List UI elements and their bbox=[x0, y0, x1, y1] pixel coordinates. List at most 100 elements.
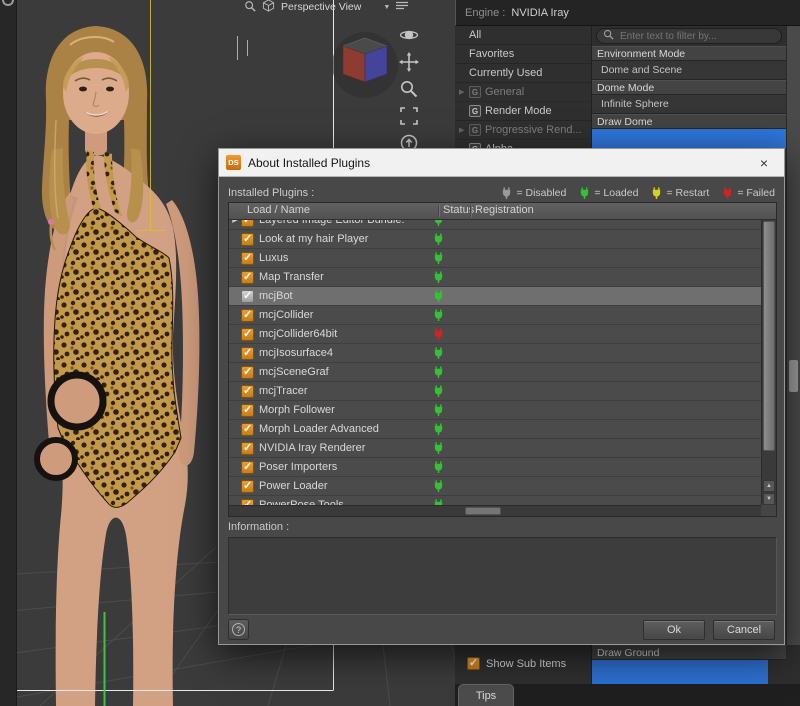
plugin-name: NVIDIA Iray Renderer bbox=[259, 442, 366, 454]
render-group-item[interactable]: ▶ Currently Used bbox=[455, 64, 591, 83]
plugin-load-checkbox[interactable] bbox=[241, 384, 254, 398]
plugin-load-checkbox[interactable] bbox=[241, 422, 254, 436]
table-vertical-scrollbar[interactable]: ▲ ▼ bbox=[761, 220, 776, 505]
frame-icon[interactable] bbox=[398, 105, 420, 127]
group-icon: G bbox=[469, 86, 481, 98]
scroll-up-icon[interactable]: ▲ bbox=[763, 480, 775, 492]
plugin-row[interactable]: ▶ Morph Follower bbox=[229, 401, 761, 420]
ground-section: Draw Ground bbox=[592, 645, 800, 686]
partial-tool-icon bbox=[2, 0, 14, 6]
render-group-item[interactable]: ▶ G Progressive Rend... bbox=[455, 121, 591, 140]
plugins-table-body: ▶ Layered Image Editor Bundle: ▶ Look at… bbox=[229, 220, 761, 505]
table-hscrollbar-thumb[interactable] bbox=[465, 507, 501, 515]
plugin-row[interactable]: ▶ NVIDIA Iray Renderer bbox=[229, 439, 761, 458]
zoom-icon[interactable] bbox=[244, 0, 256, 15]
plugin-status-icon bbox=[433, 366, 444, 378]
plug-status-icon bbox=[722, 187, 733, 199]
plugin-load-checkbox[interactable] bbox=[241, 403, 254, 417]
column-registration[interactable]: Registration bbox=[475, 204, 534, 216]
plugin-name: Map Transfer bbox=[259, 271, 324, 283]
plugin-load-checkbox[interactable] bbox=[241, 308, 254, 322]
column-load-name[interactable]: Load / Name bbox=[247, 204, 310, 216]
plugin-load-checkbox[interactable] bbox=[241, 479, 254, 493]
panel-scrollbar[interactable] bbox=[786, 26, 800, 684]
plugin-name: mcjCollider bbox=[259, 309, 314, 321]
search-icon bbox=[603, 27, 614, 45]
plugin-load-checkbox[interactable] bbox=[241, 365, 254, 379]
tab-tips[interactable]: Tips bbox=[458, 684, 514, 706]
plugin-row[interactable]: ▶ Layered Image Editor Bundle: bbox=[229, 220, 761, 230]
plugin-status-icon bbox=[433, 385, 444, 397]
table-horizontal-scrollbar[interactable] bbox=[229, 505, 761, 516]
orbit-icon[interactable] bbox=[398, 24, 420, 46]
plugin-row[interactable]: ▶ mcjIsosurface4 bbox=[229, 344, 761, 363]
plugin-load-checkbox[interactable] bbox=[241, 270, 254, 284]
column-separator bbox=[470, 205, 471, 217]
plugin-load-checkbox[interactable] bbox=[241, 460, 254, 474]
dome-color-swatch[interactable] bbox=[592, 129, 786, 148]
table-scrollbar-thumb[interactable] bbox=[763, 221, 775, 451]
filter-input[interactable] bbox=[618, 29, 775, 43]
cube-view-icon[interactable] bbox=[262, 0, 275, 15]
expand-arrow-icon[interactable]: ▶ bbox=[459, 126, 469, 134]
plugin-load-checkbox[interactable] bbox=[241, 327, 254, 341]
scroll-down-icon[interactable]: ▼ bbox=[763, 493, 775, 505]
render-group-item[interactable]: ▶ Favorites bbox=[455, 45, 591, 64]
plugin-row[interactable]: ▶ mcjCollider64bit bbox=[229, 325, 761, 344]
plugin-load-checkbox[interactable] bbox=[241, 220, 254, 227]
plugin-status-icon bbox=[433, 220, 444, 226]
plugin-load-checkbox[interactable] bbox=[241, 232, 254, 246]
plugin-row[interactable]: ▶ mcjCollider bbox=[229, 306, 761, 325]
plugin-name: mcjIsosurface4 bbox=[259, 347, 333, 359]
environment-mode-dropdown[interactable]: Dome and Scene bbox=[592, 61, 786, 80]
corner-marks bbox=[237, 36, 248, 60]
help-icon: ? bbox=[232, 623, 245, 636]
show-sub-items-checkbox[interactable] bbox=[467, 657, 480, 670]
about-installed-plugins-dialog: DS About Installed Plugins × Installed P… bbox=[218, 148, 785, 645]
render-group-item[interactable]: ▶ All bbox=[455, 26, 591, 45]
chevron-down-icon[interactable]: ▼ bbox=[383, 4, 390, 11]
plugin-load-checkbox[interactable] bbox=[241, 251, 254, 265]
plugin-row[interactable]: ▶ Poser Importers bbox=[229, 458, 761, 477]
plugin-row[interactable]: ▶ Map Transfer bbox=[229, 268, 761, 287]
plugin-row[interactable]: ▶ PowerPose Tools bbox=[229, 496, 761, 505]
expander-icon[interactable]: ▶ bbox=[229, 220, 241, 224]
environment-settings-panel: Environment Mode Dome and Scene Dome Mod… bbox=[592, 26, 786, 148]
plugin-load-checkbox[interactable] bbox=[241, 289, 254, 303]
render-group-item[interactable]: ▶ G General bbox=[455, 83, 591, 102]
plugin-row[interactable]: ▶ mcjBot bbox=[229, 287, 761, 306]
filter-box[interactable] bbox=[596, 28, 782, 44]
magnifier-icon[interactable] bbox=[398, 78, 420, 100]
column-separator bbox=[438, 205, 439, 217]
render-group-item[interactable]: ▶ G Alpha bbox=[455, 140, 591, 148]
plugin-load-checkbox[interactable] bbox=[241, 346, 254, 360]
pan-icon[interactable] bbox=[398, 51, 420, 73]
legend-label: = Disabled bbox=[516, 187, 567, 199]
plugin-status-icon bbox=[433, 328, 444, 340]
character-model bbox=[34, 26, 200, 706]
plugin-status-icon bbox=[433, 461, 444, 473]
ok-button[interactable]: Ok bbox=[643, 619, 705, 640]
engine-value: NVIDIA Iray bbox=[511, 6, 569, 19]
plugin-row[interactable]: ▶ Luxus bbox=[229, 249, 761, 268]
pane-menu-icon[interactable] bbox=[396, 1, 409, 14]
ground-color-swatch[interactable] bbox=[592, 660, 768, 685]
plugin-row[interactable]: ▶ mcjTracer bbox=[229, 382, 761, 401]
render-group-label: General bbox=[485, 86, 525, 98]
plugin-row[interactable]: ▶ Look at my hair Player bbox=[229, 230, 761, 249]
view-selector-label[interactable]: Perspective View bbox=[281, 1, 361, 13]
plugin-row[interactable]: ▶ Power Loader bbox=[229, 477, 761, 496]
panel-scrollbar-thumb[interactable] bbox=[789, 360, 798, 392]
cancel-button[interactable]: Cancel bbox=[713, 619, 775, 640]
plugin-status-icon bbox=[433, 404, 444, 416]
plugin-load-checkbox[interactable] bbox=[241, 441, 254, 455]
axis-gizmo-cube[interactable] bbox=[330, 20, 400, 112]
plugin-row[interactable]: ▶ mcjSceneGraf bbox=[229, 363, 761, 382]
dome-mode-dropdown[interactable]: Infinite Sphere bbox=[592, 95, 786, 114]
expand-arrow-icon[interactable]: ▶ bbox=[459, 88, 469, 96]
help-button[interactable]: ? bbox=[228, 619, 249, 640]
render-group-item[interactable]: ▶ G Render Mode bbox=[455, 102, 591, 121]
close-icon[interactable]: × bbox=[749, 152, 779, 174]
dialog-titlebar[interactable]: DS About Installed Plugins × bbox=[219, 149, 784, 177]
plugin-row[interactable]: ▶ Morph Loader Advanced bbox=[229, 420, 761, 439]
